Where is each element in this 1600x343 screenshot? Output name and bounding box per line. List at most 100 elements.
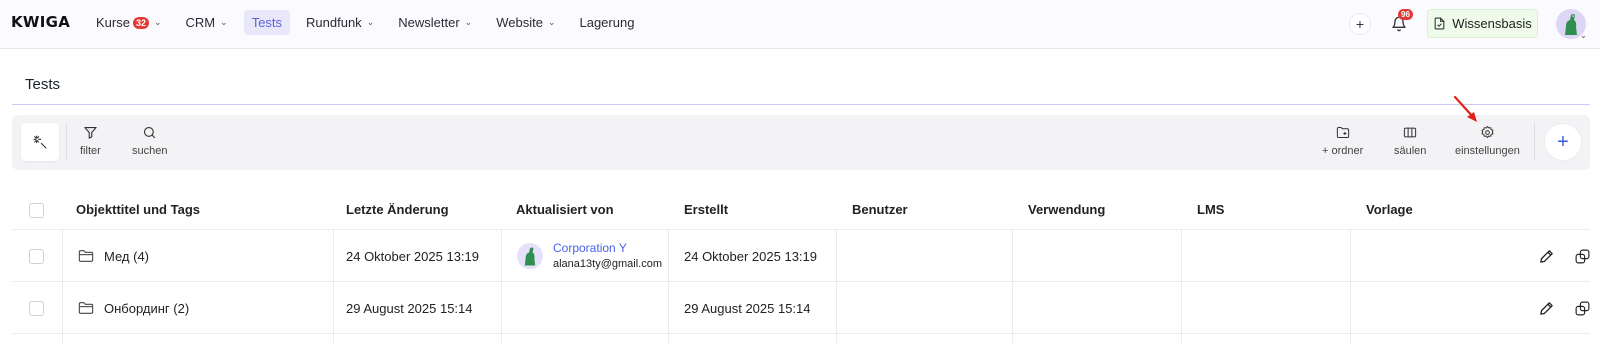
column-header-last-modified[interactable]: Letzte Änderung xyxy=(346,202,449,217)
nav-item-newsletter[interactable]: Newsletter ⌄ xyxy=(390,10,480,35)
table-row[interactable]: Онбординг (2) 29 August 2025 15:14 29 Au… xyxy=(12,282,1590,334)
column-header-usage[interactable]: Verwendung xyxy=(1028,202,1105,217)
column-header-updated-by[interactable]: Aktualisiert von xyxy=(516,202,614,217)
duplicate-button[interactable] xyxy=(1570,244,1594,268)
column-divider xyxy=(501,282,502,334)
add-test-button[interactable]: + xyxy=(1544,123,1582,161)
chevron-down-icon: ⌄ xyxy=(464,17,473,27)
main-nav: Kurse 32 ⌄ CRM ⌄ Tests Rundfunk ⌄ Newsle… xyxy=(88,10,650,35)
search-icon xyxy=(144,126,156,139)
row-checkbox-cell xyxy=(29,282,44,334)
folder-plus-icon xyxy=(1336,127,1349,138)
edit-button[interactable] xyxy=(1534,296,1558,320)
toolbar-divider xyxy=(1534,123,1535,161)
filter-label: filter xyxy=(80,145,101,157)
table-row[interactable]: Мед (4) 24 Oktober 2025 13:19 Corporatio… xyxy=(12,230,1590,282)
title-cell[interactable]: Онбординг (2) xyxy=(78,282,189,334)
column-header-created[interactable]: Erstellt xyxy=(684,202,728,217)
search-label: suchen xyxy=(132,145,168,157)
settings-button[interactable]: einstellungen xyxy=(1455,125,1520,157)
app-logo[interactable]: KWIGA xyxy=(11,13,70,31)
column-divider xyxy=(1012,334,1013,343)
title-cell[interactable]: Мед (4) xyxy=(78,230,149,282)
chevron-down-icon: ⌄ xyxy=(366,17,375,27)
notifications-count-badge: 96 xyxy=(1398,9,1413,20)
column-divider xyxy=(333,282,334,334)
column-divider xyxy=(333,334,334,343)
chevron-down-icon: ⌄ xyxy=(220,17,228,27)
row-checkbox[interactable] xyxy=(29,248,44,264)
user-avatar xyxy=(517,243,543,269)
column-header-lms[interactable]: LMS xyxy=(1197,202,1224,217)
created-cell: 29 August 2025 15:14 xyxy=(684,300,811,316)
chevron-down-icon[interactable]: ⌄ xyxy=(1580,31,1587,40)
filter-button[interactable]: filter xyxy=(80,125,101,157)
add-folder-button[interactable]: + ordner xyxy=(1322,125,1363,157)
duplicate-button[interactable] xyxy=(1570,296,1594,320)
created-cell: 24 Oktober 2025 13:19 xyxy=(684,248,817,264)
kurse-count-badge: 32 xyxy=(132,16,149,29)
column-header-users[interactable]: Benutzer xyxy=(852,202,908,217)
dinosaur-avatar-icon xyxy=(517,243,543,269)
column-divider xyxy=(668,230,669,282)
select-all-checkbox-cell xyxy=(29,190,44,230)
nav-item-lagerung[interactable]: Lagerung xyxy=(571,10,642,35)
nav-item-label: Website xyxy=(496,15,543,30)
document-icon xyxy=(1434,17,1445,30)
nav-item-crm[interactable]: CRM ⌄ xyxy=(178,10,236,35)
quick-add-button[interactable]: + xyxy=(1349,13,1371,35)
table-header: Objekttitel und Tags Letzte Änderung Akt… xyxy=(12,190,1590,230)
copy-icon xyxy=(1575,249,1589,263)
nav-item-website[interactable]: Website ⌄ xyxy=(488,10,563,35)
edit-button[interactable] xyxy=(1534,244,1558,268)
magic-wand-button[interactable] xyxy=(21,123,59,161)
column-divider xyxy=(836,334,837,343)
updated-by-name-link[interactable]: Corporation Y xyxy=(553,240,662,256)
columns-button[interactable]: säulen xyxy=(1394,125,1426,157)
column-divider xyxy=(62,282,63,334)
nav-item-kurse[interactable]: Kurse 32 ⌄ xyxy=(88,10,170,35)
nav-item-label: Newsletter xyxy=(398,15,460,30)
nav-item-label: Rundfunk xyxy=(306,15,362,30)
nav-item-rundfunk[interactable]: Rundfunk ⌄ xyxy=(298,10,382,35)
columns-icon xyxy=(1404,127,1417,138)
last-modified-cell: 29 August 2025 15:14 xyxy=(346,300,473,316)
column-divider xyxy=(1181,230,1182,282)
column-divider xyxy=(501,230,502,282)
select-all-checkbox[interactable] xyxy=(29,202,44,218)
column-header-title[interactable]: Objekttitel und Tags xyxy=(76,202,200,217)
filter-icon xyxy=(84,126,97,139)
row-checkbox-cell xyxy=(29,230,44,282)
column-divider xyxy=(1012,230,1013,282)
nav-item-label: Kurse xyxy=(96,15,130,30)
column-divider xyxy=(668,282,669,334)
column-divider xyxy=(668,334,669,343)
column-divider xyxy=(1350,230,1351,282)
columns-label: säulen xyxy=(1394,145,1427,157)
column-divider xyxy=(1181,282,1182,334)
column-divider xyxy=(1350,334,1351,343)
column-header-template[interactable]: Vorlage xyxy=(1366,202,1413,217)
toolbar: filter suchen + ordner säulen einstellun… xyxy=(12,115,1590,170)
knowledge-base-label: Wissensbasis xyxy=(1452,16,1532,31)
row-title: Онбординг (2) xyxy=(104,300,190,316)
knowledge-base-button[interactable]: Wissensbasis xyxy=(1427,9,1538,38)
folder-icon xyxy=(78,249,94,263)
pencil-icon xyxy=(1539,249,1553,263)
column-divider xyxy=(1181,334,1182,343)
row-checkbox[interactable] xyxy=(29,300,44,316)
column-divider xyxy=(62,334,63,343)
column-divider xyxy=(501,334,502,343)
search-button[interactable]: suchen xyxy=(132,125,167,157)
table-row xyxy=(12,334,1590,343)
nav-item-label: Lagerung xyxy=(579,15,635,30)
last-modified-cell: 24 Oktober 2025 13:19 xyxy=(346,248,479,264)
updated-by-email: alana13ty@gmail.com xyxy=(553,258,662,270)
annotation-arrow xyxy=(1453,95,1477,122)
gear-icon xyxy=(1481,125,1494,139)
folder-icon xyxy=(78,301,94,315)
magic-wand-icon xyxy=(33,135,47,149)
nav-item-tests[interactable]: Tests xyxy=(243,10,291,35)
pencil-icon xyxy=(1539,301,1553,315)
row-title: Мед (4) xyxy=(104,248,150,264)
